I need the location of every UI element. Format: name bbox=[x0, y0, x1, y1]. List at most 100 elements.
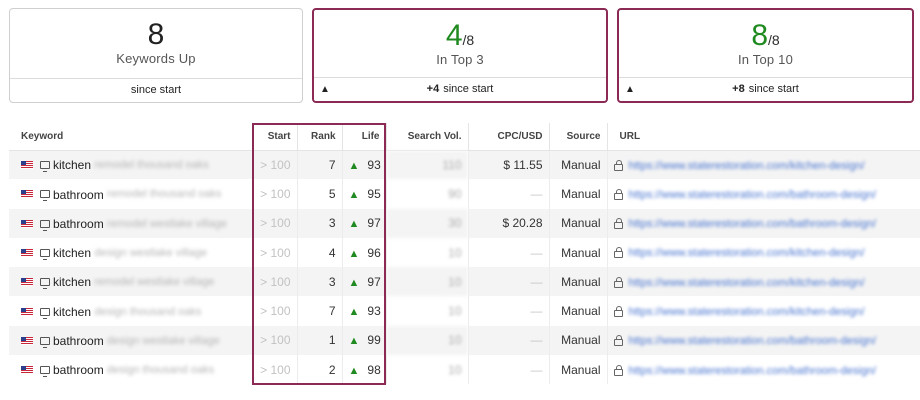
keyword-text: bathroom bbox=[53, 333, 104, 348]
keyword-cell[interactable]: bathroom design westlake village bbox=[9, 325, 253, 356]
keywords-up-count: 8 bbox=[147, 18, 165, 51]
keyword-text: bathroom bbox=[53, 363, 104, 378]
col-header-keyword[interactable]: Keyword bbox=[9, 123, 253, 151]
source-cell: Manual bbox=[549, 296, 608, 326]
arrow-up-icon: ▲ bbox=[348, 276, 360, 289]
col-header-rank[interactable]: Rank bbox=[297, 123, 343, 151]
search-volume-cell: 10 bbox=[386, 296, 469, 326]
cpc-cell: — bbox=[468, 237, 550, 268]
keyword-text: bathroom bbox=[53, 216, 104, 231]
keyword-cell[interactable]: bathroom remodel thousand oaks bbox=[9, 179, 253, 209]
source-cell: Manual bbox=[549, 355, 608, 385]
keywords-up-label: Keywords Up bbox=[116, 51, 196, 66]
arrow-up-icon: ▲ bbox=[348, 335, 360, 348]
arrow-up-icon: ▲ bbox=[348, 247, 360, 260]
cpc-cell: — bbox=[468, 267, 550, 297]
url-link[interactable]: https://www.staterestoration.com/kitchen… bbox=[629, 277, 865, 289]
start-cell: > 100 bbox=[252, 325, 298, 356]
start-cell: > 100 bbox=[252, 267, 298, 297]
rank-cell: 2 bbox=[297, 355, 343, 385]
url-cell: https://www.staterestoration.com/kitchen… bbox=[607, 296, 920, 325]
col-header-life[interactable]: Life bbox=[342, 123, 387, 151]
rank-cell: 4 bbox=[297, 237, 343, 268]
keyword-table: Keyword Start Rank Life Search Vol. CPC/… bbox=[9, 123, 920, 385]
life-value: 97 bbox=[367, 216, 381, 231]
keyword-text-redacted: remodel westlake village bbox=[107, 217, 227, 230]
life-cell: ▲ 97 bbox=[342, 267, 387, 297]
table-row[interactable]: kitchen design thousand oaks > 100 7 ▲ 93 10—… bbox=[9, 296, 920, 326]
url-link[interactable]: https://www.staterestoration.com/bathroo… bbox=[629, 365, 877, 377]
table-row[interactable]: bathroom remodel thousand oaks > 100 5 ▲ 95 9… bbox=[9, 179, 920, 209]
life-cell: ▲ 98 bbox=[342, 355, 387, 385]
cpc-cell: — bbox=[468, 296, 550, 326]
us-flag-icon bbox=[21, 366, 33, 375]
lock-icon bbox=[613, 335, 623, 347]
keyword-text-redacted: remodel thousand oaks bbox=[94, 159, 209, 172]
url-link[interactable]: https://www.staterestoration.com/bathroo… bbox=[629, 218, 877, 230]
keyword-text-redacted: remodel westlake village bbox=[94, 276, 215, 289]
col-header-url[interactable]: URL bbox=[607, 123, 920, 151]
url-link[interactable]: https://www.staterestoration.com/bathroo… bbox=[629, 335, 877, 347]
search-volume-cell: 110 bbox=[386, 150, 469, 180]
desktop-icon bbox=[40, 219, 50, 231]
table-row[interactable]: bathroom design westlake village > 100 1 ▲ 9… bbox=[9, 325, 920, 356]
arrow-up-icon: ▲ bbox=[320, 84, 330, 95]
table-body: kitchen remodel thousand oaks > 100 7 ▲ 93 11… bbox=[9, 150, 920, 385]
keyword-cell[interactable]: kitchen remodel westlake village bbox=[9, 267, 253, 297]
keyword-text-redacted: design westlake village bbox=[107, 334, 220, 347]
us-flag-icon bbox=[21, 161, 33, 170]
rank-cell: 3 bbox=[297, 208, 343, 238]
table-row[interactable]: bathroom design thousand oaks > 100 2 ▲ 98 10… bbox=[9, 355, 920, 385]
arrow-up-icon: ▲ bbox=[348, 364, 360, 377]
top10-count: 8 bbox=[751, 19, 768, 52]
lock-icon bbox=[613, 247, 623, 259]
search-volume-cell: 10 bbox=[386, 237, 469, 268]
source-cell: Manual bbox=[549, 325, 608, 356]
col-header-start[interactable]: Start bbox=[252, 123, 298, 151]
top3-footer-text: since start bbox=[443, 83, 494, 95]
life-value: 98 bbox=[367, 362, 381, 377]
url-cell: https://www.staterestoration.com/bathroo… bbox=[607, 325, 920, 356]
source-cell: Manual bbox=[549, 208, 608, 238]
arrow-up-icon: ▲ bbox=[348, 218, 360, 231]
life-value: 97 bbox=[367, 274, 381, 289]
top10-footer: ▲ +8 since start bbox=[619, 77, 912, 101]
keyword-text: kitchen bbox=[53, 275, 92, 290]
table-row[interactable]: bathroom remodel westlake village > 100 3 ▲… bbox=[9, 208, 920, 238]
rank-cell: 7 bbox=[297, 150, 343, 180]
table-row[interactable]: kitchen remodel thousand oaks > 100 7 ▲ 93 11… bbox=[9, 150, 920, 180]
keyword-cell[interactable]: bathroom design thousand oaks bbox=[9, 355, 253, 385]
col-header-search-vol[interactable]: Search Vol. bbox=[386, 123, 469, 151]
keyword-cell[interactable]: kitchen remodel thousand oaks bbox=[9, 150, 253, 180]
us-flag-icon bbox=[21, 248, 33, 257]
col-header-cpc[interactable]: CPC/USD bbox=[468, 123, 550, 151]
life-value: 95 bbox=[367, 186, 381, 201]
search-volume-cell: 10 bbox=[386, 355, 469, 385]
cpc-cell: $ 11.55 bbox=[468, 150, 550, 180]
arrow-up-icon: ▲ bbox=[625, 84, 635, 95]
keyword-text-redacted: remodel thousand oaks bbox=[107, 188, 222, 201]
lock-icon bbox=[613, 159, 623, 171]
url-link[interactable]: https://www.staterestoration.com/bathroo… bbox=[629, 189, 877, 201]
start-cell: > 100 bbox=[252, 237, 298, 268]
arrow-up-icon: ▲ bbox=[348, 306, 360, 319]
start-cell: > 100 bbox=[252, 208, 298, 238]
col-header-source[interactable]: Source bbox=[549, 123, 608, 151]
desktop-icon bbox=[40, 248, 50, 260]
url-link[interactable]: https://www.staterestoration.com/kitchen… bbox=[629, 247, 865, 259]
keywords-up-footer-text: since start bbox=[130, 84, 182, 96]
keyword-cell[interactable]: kitchen design westlake village bbox=[9, 237, 253, 268]
table-row[interactable]: kitchen design westlake village > 100 4 ▲ 96… bbox=[9, 237, 920, 268]
search-volume-cell: 90 bbox=[386, 179, 469, 209]
top3-footer: ▲ +4 since start bbox=[314, 77, 606, 101]
url-link[interactable]: https://www.staterestoration.com/kitchen… bbox=[629, 160, 865, 172]
url-link[interactable]: https://www.staterestoration.com/kitchen… bbox=[629, 306, 865, 318]
keyword-cell[interactable]: kitchen design thousand oaks bbox=[9, 296, 253, 326]
search-volume-cell: 10 bbox=[386, 325, 469, 356]
top3-count: 4 bbox=[445, 19, 463, 52]
source-cell: Manual bbox=[549, 150, 608, 180]
keyword-cell[interactable]: bathroom remodel westlake village bbox=[9, 208, 253, 238]
table-row[interactable]: kitchen remodel westlake village > 100 3 ▲ 9… bbox=[9, 267, 920, 297]
lock-icon bbox=[613, 188, 623, 200]
start-cell: > 100 bbox=[252, 355, 298, 385]
